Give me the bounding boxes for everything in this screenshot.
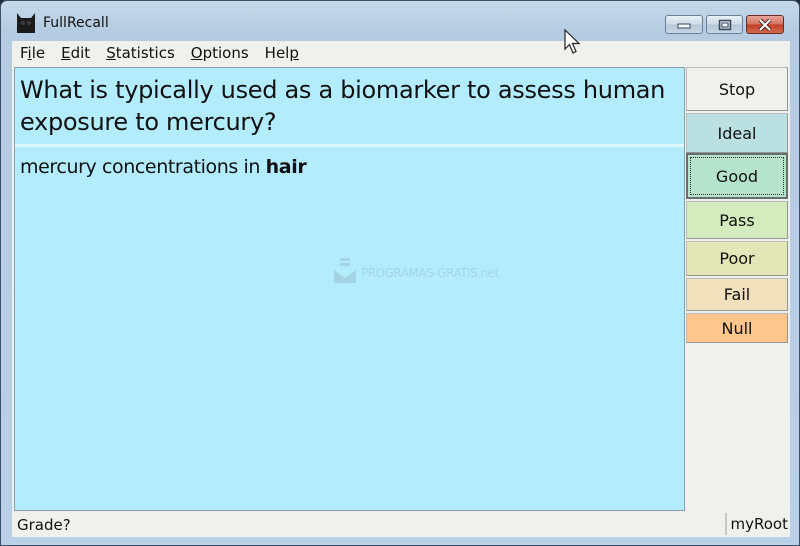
grade-button-label: Stop [718,79,756,99]
grade-button-label: Fail [723,285,751,304]
watermark: PROGRAMAS-GRATIS.net [333,258,499,288]
grade-button-null[interactable]: Null [686,313,788,343]
menu-file[interactable]: File [20,44,45,62]
grade-button-fail[interactable]: Fail [686,278,788,311]
status-prompt: Grade? [17,516,71,534]
menu-help[interactable]: Help [265,44,299,62]
status-root: myRoot [724,513,788,535]
grade-button-stop[interactable]: Stop [686,67,788,111]
envelope-icon [333,258,357,288]
menu-bar: File Edit Statistics Options Help [12,41,790,65]
answer-prefix: mercury concentrations in [20,156,266,178]
title-bar[interactable]: FullRecall [1,1,799,41]
grade-button-label: Ideal [717,123,757,143]
question-text: What is typically used as a biomarker to… [15,68,684,147]
menu-options[interactable]: Options [191,44,249,62]
maximize-icon [707,16,742,33]
minimize-button[interactable] [665,15,703,34]
grade-button-good[interactable]: Good [686,153,788,199]
grade-button-label: Poor [719,249,755,268]
grade-button-label: Pass [719,210,755,230]
status-bar: Grade? myRoot [12,513,790,537]
grade-button-poor[interactable]: Poor [686,241,788,276]
grade-button-ideal[interactable]: Ideal [686,113,788,153]
grade-button-pass[interactable]: Pass [686,201,788,239]
card-panel: What is typically used as a biomarker to… [14,67,685,511]
grade-button-label: Good [715,166,759,186]
close-button[interactable] [746,15,784,34]
app-window: FullRecall File Edit Statistics Options … [0,0,800,546]
maximize-button[interactable] [706,15,743,34]
grade-button-label: Null [721,318,753,338]
client-area: File Edit Statistics Options Help What i… [12,41,790,537]
watermark-text: PROGRAMAS-GRATIS.net [361,266,499,280]
menu-edit[interactable]: Edit [61,44,90,62]
minimize-icon [666,16,702,33]
window-title: FullRecall [43,15,109,31]
answer-text: mercury concentrations in hair [20,156,307,178]
close-icon [747,16,783,33]
mouse-cursor-icon [564,28,582,59]
answer-bold: hair [265,156,307,178]
owl-icon[interactable] [15,13,37,33]
menu-statistics[interactable]: Statistics [106,44,175,62]
